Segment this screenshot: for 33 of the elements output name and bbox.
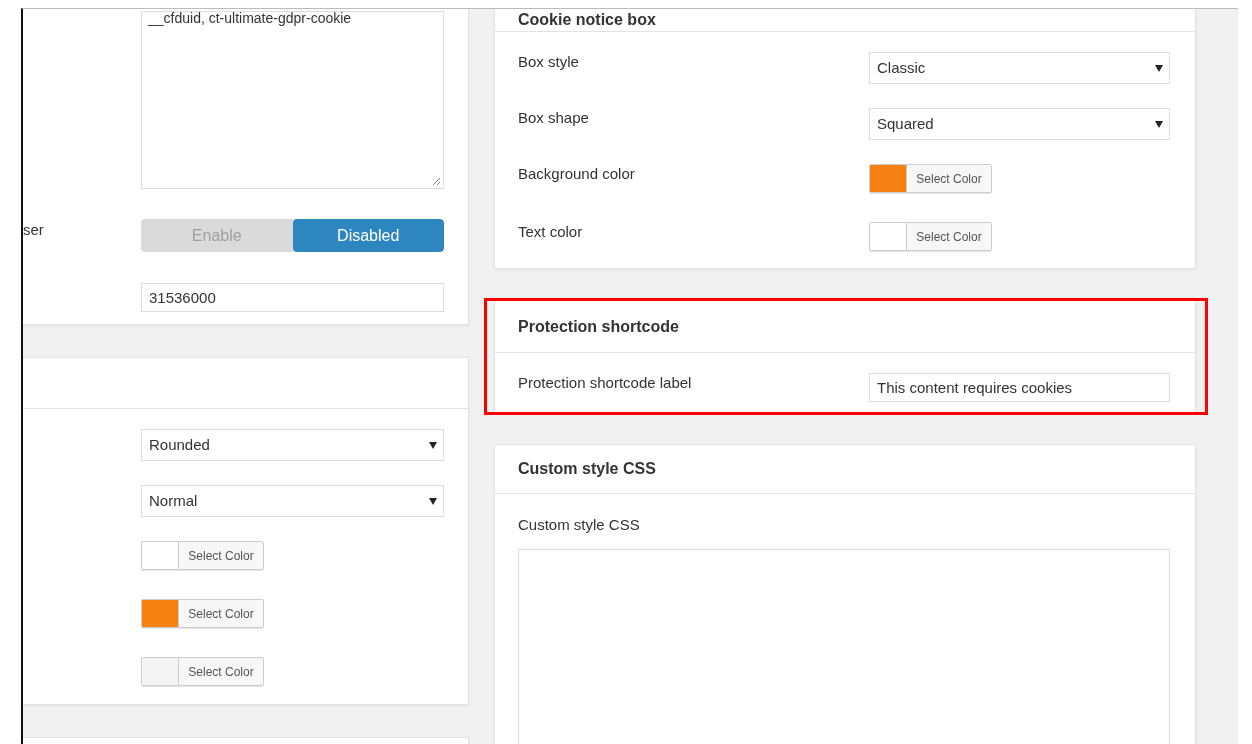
select-dropdown[interactable]: Classic [869,52,1170,84]
caret-icon [429,442,437,449]
color-swatch[interactable] [142,600,179,627]
select-color-button[interactable]: Select Color [907,165,991,192]
color-swatch[interactable] [870,223,907,250]
select-dropdown[interactable]: Squared [869,108,1170,140]
field-label: Box shape [518,109,589,126]
field-label: Background color [518,165,635,182]
select-color-button[interactable]: Select Color [907,223,991,250]
caret-icon [1155,65,1163,72]
color-swatch[interactable] [142,658,179,685]
select-color-button[interactable]: Select Color [179,658,263,685]
section-title: Cookie notice box [518,11,656,29]
toggle-option[interactable]: Disabled [292,219,444,252]
section-title: Custom style CSS [518,460,656,478]
section-title: Protection shortcode [518,317,679,336]
select-color-button[interactable]: Select Color [179,600,263,627]
field-label: Custom style CSS [518,516,640,533]
color-swatch[interactable] [142,542,179,569]
color-swatch[interactable] [870,165,907,192]
select-color-button[interactable]: Select Color [179,542,263,569]
select-dropdown[interactable]: Rounded [141,429,444,461]
field-label: Protection shortcode label [518,374,692,391]
field-label: Text color [518,223,583,240]
caret-icon [429,498,437,505]
text-input[interactable]: 31536000 [141,283,444,312]
field-label: Box style [518,53,579,70]
select-dropdown[interactable]: Normal [141,485,444,517]
textarea-field[interactable]: __cfduid, ct-ultimate-gdpr-cookie [141,11,444,189]
text-input[interactable]: This content requires cookies [869,373,1170,402]
field-label: ser [23,221,44,238]
caret-icon [1155,121,1163,128]
resize-grip-icon[interactable] [432,177,441,186]
